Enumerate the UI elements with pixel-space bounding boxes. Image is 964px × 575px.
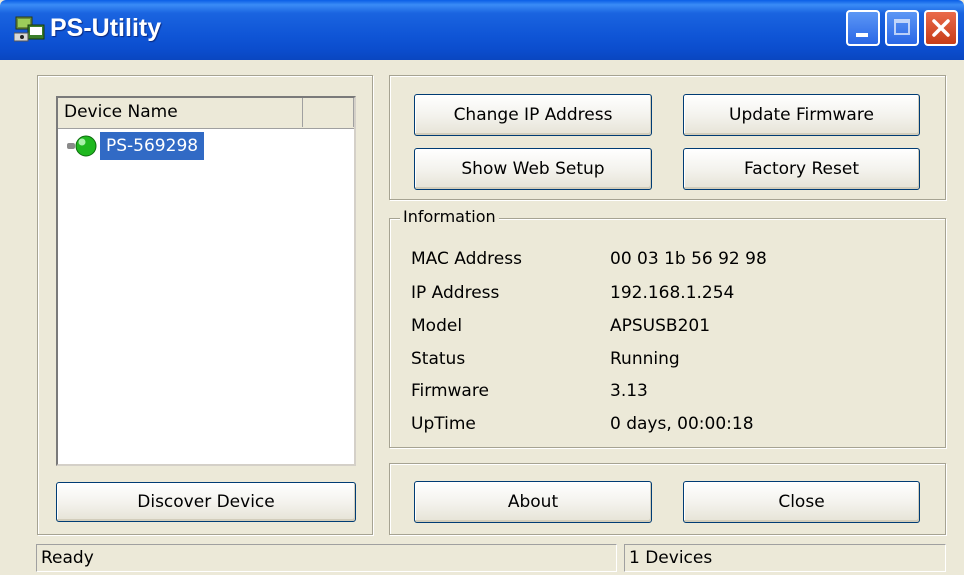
info-label: Status <box>411 349 466 369</box>
info-label: Firmware <box>411 381 489 401</box>
info-value: Running <box>610 349 680 369</box>
device-count-status: 1 Devices <box>624 544 946 572</box>
window-title: PS-Utility <box>50 14 162 42</box>
status-text: Ready <box>36 544 617 572</box>
device-list[interactable]: Device Name PS-569298 <box>56 96 356 466</box>
status-bar: Ready 1 Devices <box>0 540 964 575</box>
info-row-firmware: Firmware 3.13 <box>411 377 931 405</box>
info-label: UpTime <box>411 414 476 434</box>
info-value: 00 03 1b 56 92 98 <box>610 249 767 269</box>
ps-utility-window: PS-Utility Device Name PS-569298 Discove… <box>0 0 964 575</box>
discover-device-button[interactable]: Discover Device <box>56 482 356 522</box>
info-row-mac-address: MAC Address 00 03 1b 56 92 98 <box>411 245 931 273</box>
factory-reset-button[interactable]: Factory Reset <box>683 148 920 190</box>
change-ip-address-button[interactable]: Change IP Address <box>414 94 652 136</box>
show-web-setup-button[interactable]: Show Web Setup <box>414 148 652 190</box>
minimize-icon[interactable] <box>846 10 880 46</box>
info-label: IP Address <box>411 283 500 303</box>
info-value: 3.13 <box>610 381 648 401</box>
info-value: 0 days, 00:00:18 <box>610 414 754 434</box>
info-label: Model <box>411 316 463 336</box>
green-status-led-icon <box>66 134 98 163</box>
info-value: APSUSB201 <box>610 316 711 336</box>
title-bar[interactable]: PS-Utility <box>0 0 964 60</box>
info-row-model: Model APSUSB201 <box>411 312 931 340</box>
close-button[interactable]: Close <box>683 481 920 523</box>
info-row-status: Status Running <box>411 345 931 373</box>
update-firmware-button[interactable]: Update Firmware <box>683 94 920 136</box>
info-label: MAC Address <box>411 249 522 269</box>
info-row-uptime: UpTime 0 days, 00:00:18 <box>411 410 931 438</box>
close-icon[interactable] <box>924 10 958 46</box>
info-row-ip-address: IP Address 192.168.1.254 <box>411 279 931 307</box>
printer-server-app-icon <box>13 13 46 43</box>
info-value: 192.168.1.254 <box>610 283 735 303</box>
device-list-header: Device Name <box>58 98 354 129</box>
device-name-label: PS-569298 <box>100 132 205 160</box>
about-button[interactable]: About <box>414 481 652 523</box>
column-header-extra[interactable] <box>303 98 354 127</box>
information-group-title: Information <box>400 207 499 226</box>
maximize-icon[interactable] <box>885 10 919 46</box>
column-header-device-name[interactable]: Device Name <box>58 98 303 127</box>
